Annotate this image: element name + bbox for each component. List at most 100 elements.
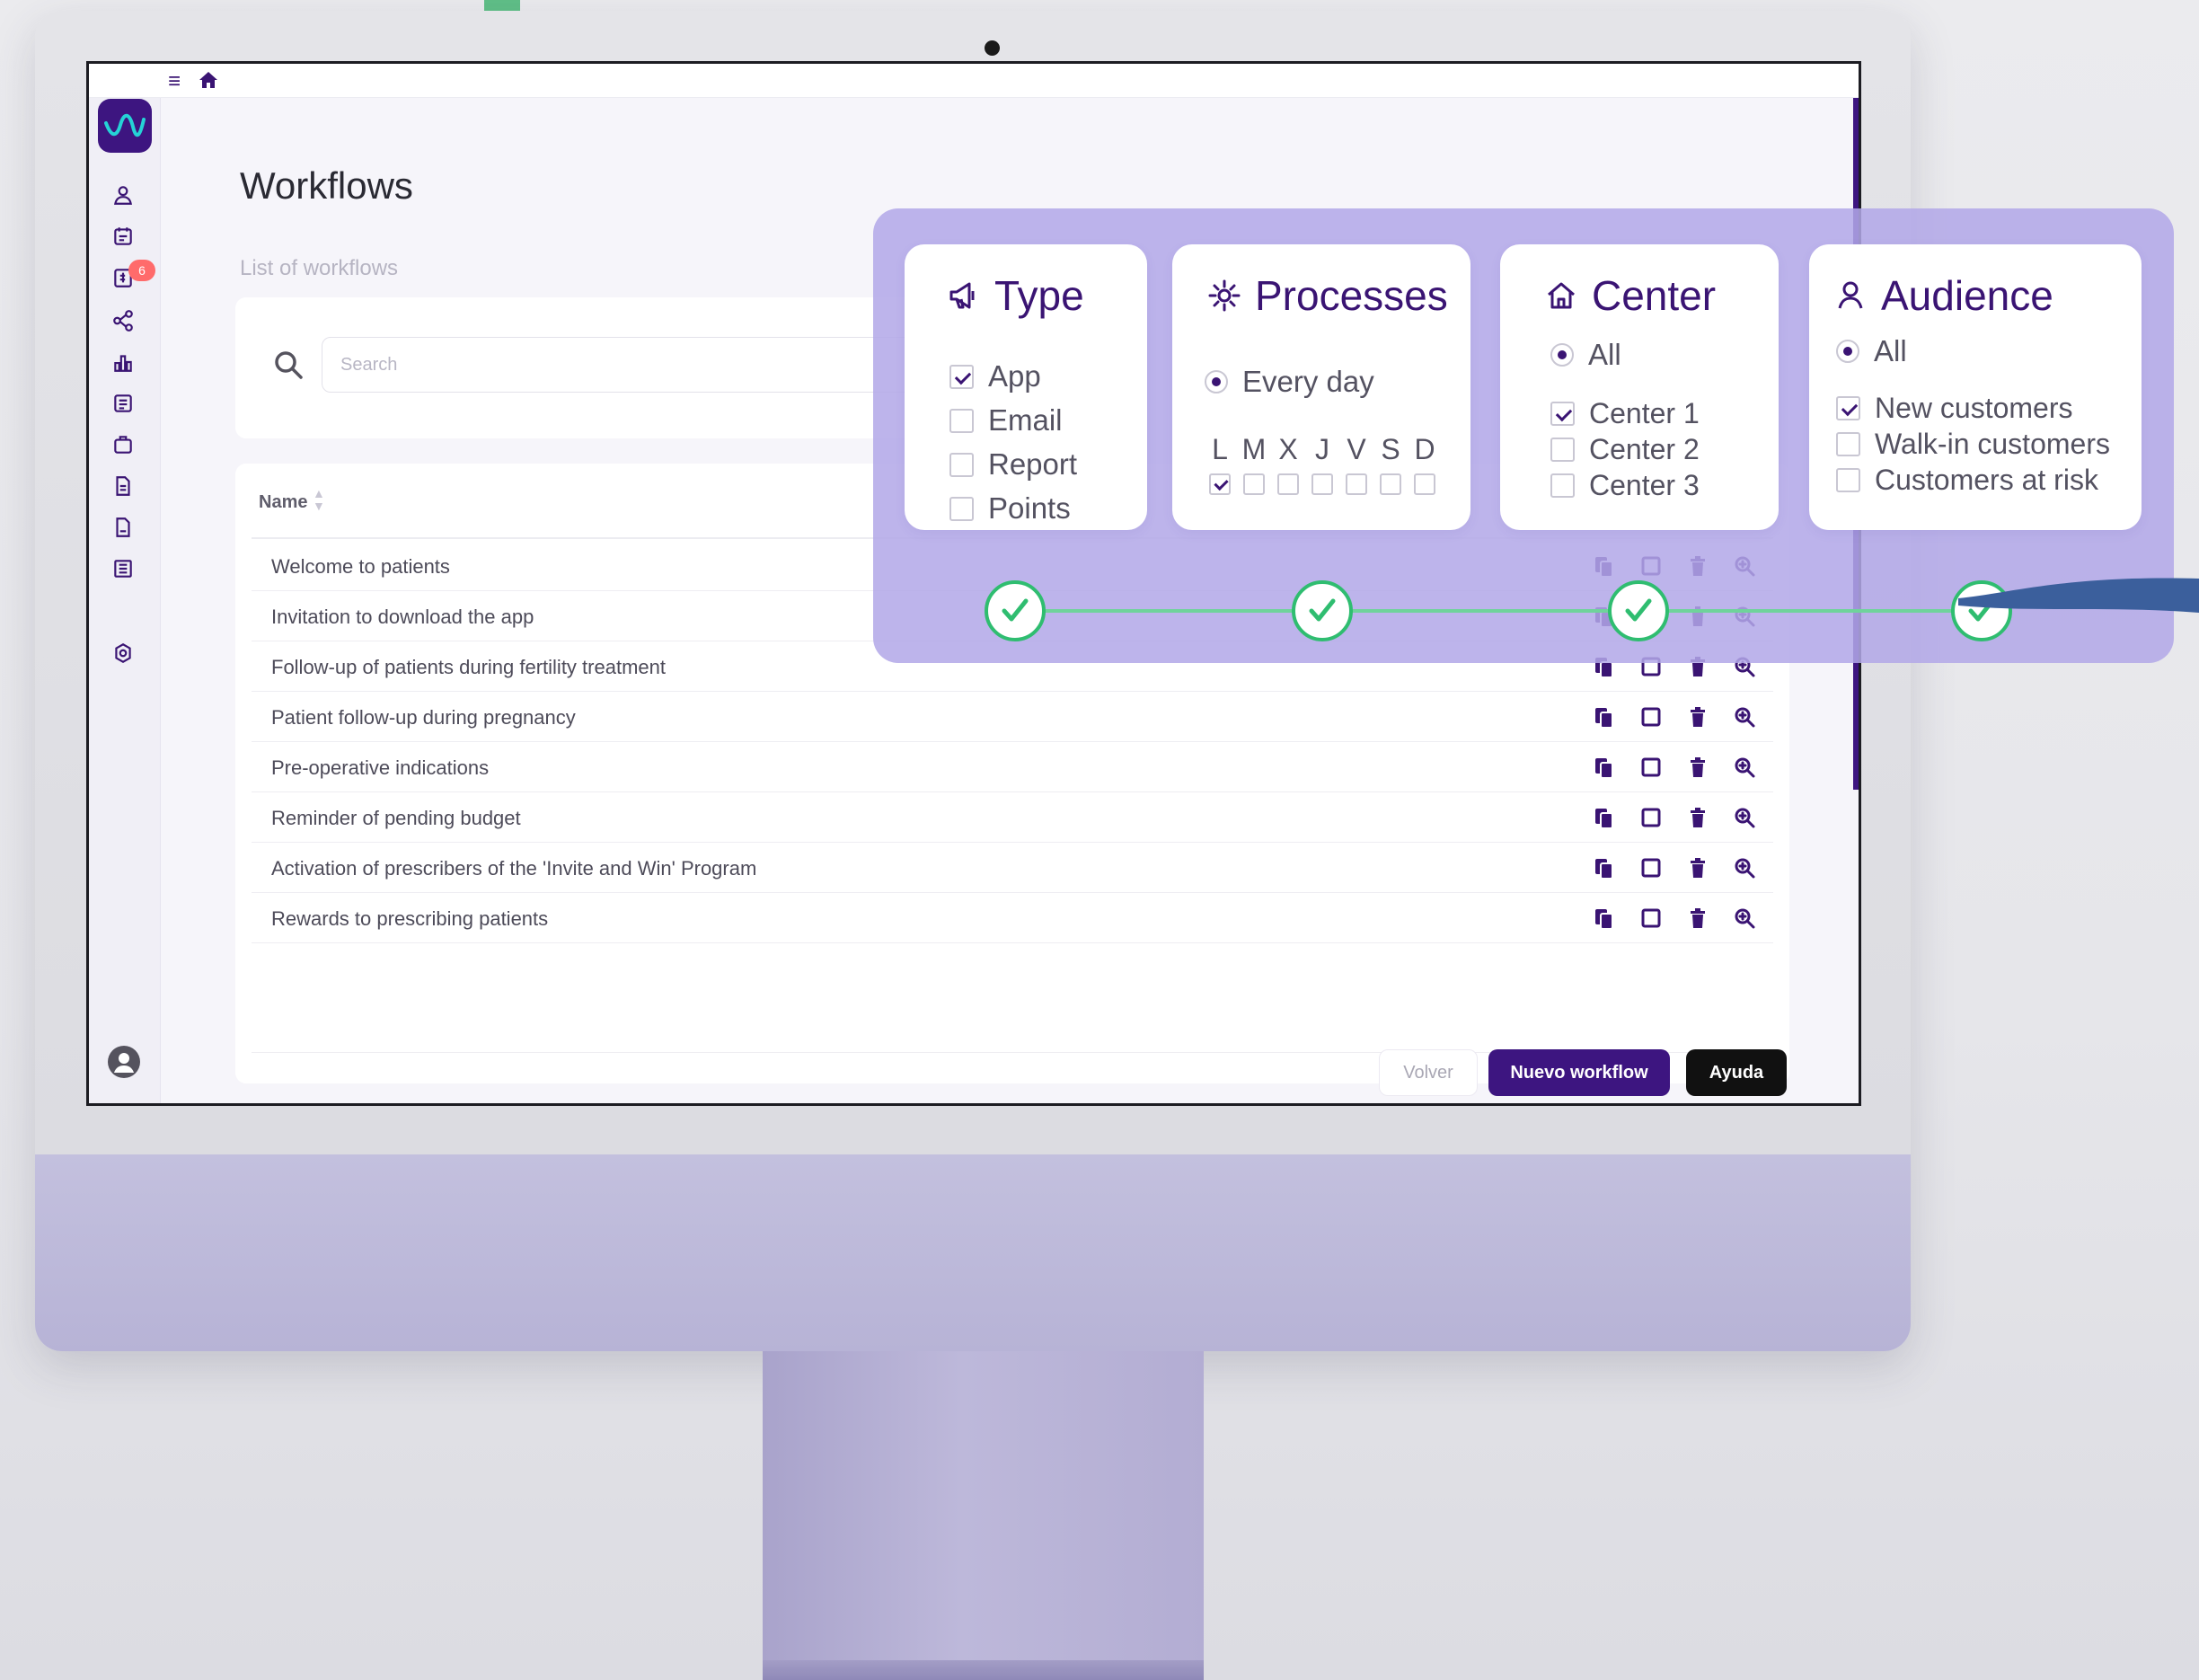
center-checkbox[interactable] xyxy=(1550,402,1575,426)
weekday-checkbox[interactable] xyxy=(1414,473,1435,495)
table-row[interactable]: Activation of prescribers of the 'Invite… xyxy=(252,843,1773,893)
trash-icon[interactable] xyxy=(1683,803,1712,832)
center-option[interactable]: Center 3 xyxy=(1550,469,1700,502)
audience-option[interactable]: Walk-in customers xyxy=(1836,428,2110,461)
center-checkbox[interactable] xyxy=(1550,438,1575,462)
workflow-name[interactable]: Patient follow-up during pregnancy xyxy=(271,706,576,729)
back-button[interactable]: Volver xyxy=(1379,1049,1478,1096)
workflow-name[interactable]: Reminder of pending budget xyxy=(271,807,521,830)
zoom-icon[interactable] xyxy=(1730,703,1759,731)
center-all-radio[interactable] xyxy=(1550,343,1574,367)
type-label: Points xyxy=(988,491,1071,525)
checkbox-icon[interactable] xyxy=(1637,753,1665,782)
center-checkbox[interactable] xyxy=(1550,473,1575,498)
app-logo[interactable] xyxy=(98,99,152,153)
copy-icon[interactable] xyxy=(1590,703,1619,731)
trash-icon[interactable] xyxy=(1683,703,1712,731)
copy-icon[interactable] xyxy=(1590,753,1619,782)
progress-connector xyxy=(1015,609,1958,613)
zoom-icon[interactable] xyxy=(1730,904,1759,933)
workflow-name[interactable]: Activation of prescribers of the 'Invite… xyxy=(271,857,756,880)
column-header-name[interactable]: Name xyxy=(259,492,307,513)
type-checkbox[interactable] xyxy=(949,364,974,389)
type-option[interactable]: App xyxy=(949,359,1041,393)
workflow-name[interactable]: Pre-operative indications xyxy=(271,756,489,780)
copy-icon[interactable] xyxy=(1590,803,1619,832)
home-icon[interactable] xyxy=(199,70,218,95)
calendar-icon[interactable] xyxy=(109,222,137,251)
share-icon[interactable] xyxy=(109,306,137,335)
weekday-j[interactable]: J xyxy=(1309,433,1336,495)
weekday-s[interactable]: S xyxy=(1377,433,1404,495)
audience-option[interactable]: Customers at risk xyxy=(1836,464,2098,497)
workflow-name[interactable]: Follow-up of patients during fertility t… xyxy=(271,656,666,679)
list-icon[interactable] xyxy=(109,389,137,418)
type-checkbox[interactable] xyxy=(949,452,974,477)
sort-icon[interactable]: ▲ ▼ xyxy=(313,487,325,512)
table-row[interactable]: Pre-operative indications xyxy=(252,742,1773,792)
workflow-name[interactable]: Welcome to patients xyxy=(271,555,450,579)
type-option[interactable]: Report xyxy=(949,447,1077,482)
table-row[interactable]: Rewards to prescribing patients xyxy=(252,893,1773,943)
news-icon[interactable] xyxy=(109,554,137,583)
type-checkbox[interactable] xyxy=(949,496,974,521)
copy-icon[interactable] xyxy=(1590,904,1619,933)
audience-option[interactable]: New customers xyxy=(1836,392,2073,425)
file-icon[interactable] xyxy=(109,513,137,542)
account-icon[interactable] xyxy=(108,1046,140,1078)
processes-card-title: Processes xyxy=(1255,272,1448,319)
zoom-icon[interactable] xyxy=(1730,853,1759,882)
weekday-checkbox[interactable] xyxy=(1311,473,1333,495)
type-checkbox[interactable] xyxy=(949,408,974,433)
table-row[interactable]: Reminder of pending budget xyxy=(252,792,1773,843)
weekday-checkbox[interactable] xyxy=(1277,473,1299,495)
center-card-header: Center xyxy=(1543,271,1716,320)
new-workflow-button[interactable]: Nuevo workflow xyxy=(1488,1049,1670,1096)
document-icon[interactable] xyxy=(109,472,137,500)
trash-icon[interactable] xyxy=(1683,904,1712,933)
table-row[interactable]: Patient follow-up during pregnancy xyxy=(252,692,1773,742)
checkbox-icon[interactable] xyxy=(1637,904,1665,933)
weekday-checkbox[interactable] xyxy=(1346,473,1367,495)
center-option[interactable]: Center 1 xyxy=(1550,397,1700,430)
center-label: Center 1 xyxy=(1589,397,1700,429)
help-button[interactable]: Ayuda xyxy=(1686,1049,1787,1096)
audience-checkbox[interactable] xyxy=(1836,432,1860,456)
settings-icon[interactable] xyxy=(109,639,137,668)
audience-checkbox[interactable] xyxy=(1836,396,1860,420)
weekday-checkbox[interactable] xyxy=(1380,473,1401,495)
weekday-m[interactable]: M xyxy=(1241,433,1267,495)
weekday-v[interactable]: V xyxy=(1343,433,1370,495)
briefcase-icon[interactable] xyxy=(109,430,137,459)
type-option[interactable]: Email xyxy=(949,403,1063,438)
checkbox-icon[interactable] xyxy=(1637,803,1665,832)
center-all-option[interactable]: All xyxy=(1550,338,1621,372)
weekday-d[interactable]: D xyxy=(1411,433,1438,495)
person-icon xyxy=(1838,281,1863,309)
zoom-icon[interactable] xyxy=(1730,753,1759,782)
workflow-name[interactable]: Rewards to prescribing patients xyxy=(271,907,548,931)
weekday-checkbox[interactable] xyxy=(1209,473,1231,495)
checkbox-icon[interactable] xyxy=(1637,703,1665,731)
hamburger-icon[interactable]: ≡ xyxy=(168,69,181,94)
every-day-option[interactable]: Every day xyxy=(1205,365,1374,399)
copy-icon[interactable] xyxy=(1590,853,1619,882)
weekday-selector: LMXJVSD xyxy=(1206,433,1438,495)
zoom-icon[interactable] xyxy=(1730,803,1759,832)
weekday-x[interactable]: X xyxy=(1275,433,1302,495)
type-option[interactable]: Points xyxy=(949,491,1071,526)
trash-icon[interactable] xyxy=(1683,853,1712,882)
workflow-name[interactable]: Invitation to download the app xyxy=(271,606,534,629)
user-icon[interactable] xyxy=(109,181,137,209)
trash-icon[interactable] xyxy=(1683,753,1712,782)
center-option[interactable]: Center 2 xyxy=(1550,433,1700,466)
audience-card-title: Audience xyxy=(1881,272,2053,319)
weekday-checkbox[interactable] xyxy=(1243,473,1265,495)
audience-all-radio[interactable] xyxy=(1836,340,1859,363)
checkbox-icon[interactable] xyxy=(1637,853,1665,882)
audience-all-option[interactable]: All xyxy=(1836,334,1907,368)
weekday-l[interactable]: L xyxy=(1206,433,1233,495)
every-day-radio[interactable] xyxy=(1205,370,1228,393)
audience-checkbox[interactable] xyxy=(1836,468,1860,492)
chart-icon[interactable] xyxy=(109,348,137,376)
